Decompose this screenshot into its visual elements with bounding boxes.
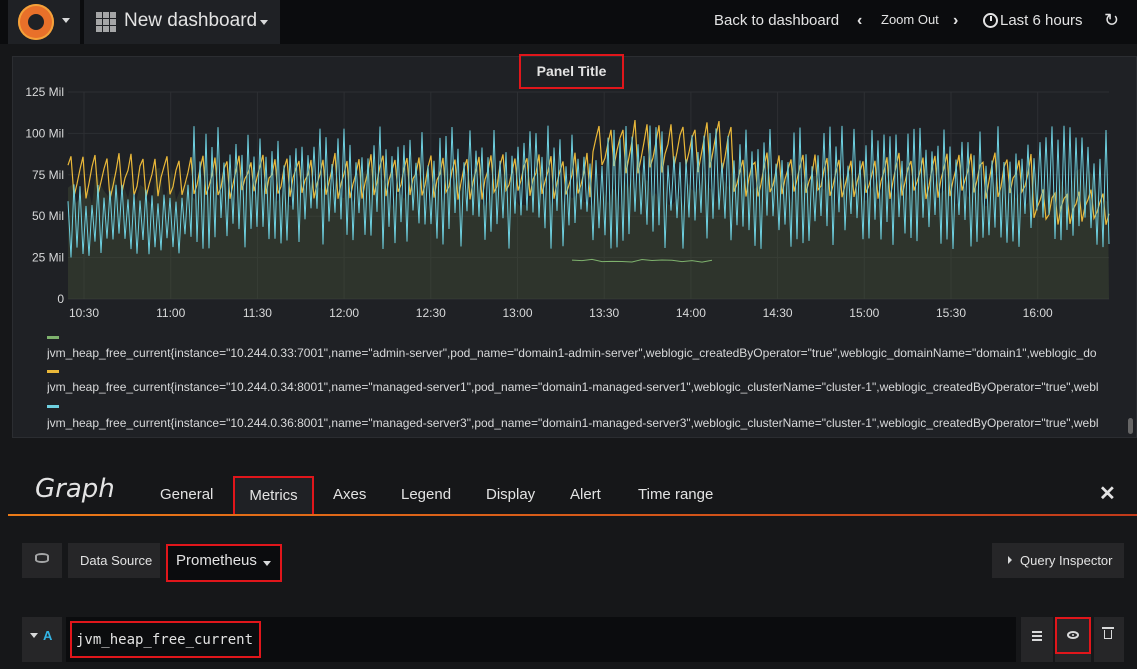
y-tick-label: 125 Mil: [25, 85, 64, 99]
legend-scrollbar[interactable]: [1128, 418, 1133, 434]
query-ref-id: A: [43, 628, 53, 643]
x-tick-label: 14:00: [676, 306, 706, 320]
caret-down-icon: [30, 633, 38, 638]
y-tick-label: 0: [57, 292, 64, 306]
x-tick-label: 13:30: [589, 306, 619, 320]
query-inspector-label: Query Inspector: [1020, 553, 1113, 568]
tab-general[interactable]: General: [160, 486, 213, 503]
x-tick-label: 16:00: [1023, 306, 1053, 320]
x-tick-label: 12:00: [329, 306, 359, 320]
back-to-dashboard-button[interactable]: Back to dashboard: [714, 12, 839, 29]
top-navbar: New dashboard Back to dashboard ‹ Zoom O…: [0, 0, 1137, 44]
x-tick-label: 15:30: [936, 306, 966, 320]
dashboard-title: New dashboard: [124, 10, 258, 31]
caret-right-icon: [1008, 556, 1012, 564]
y-tick-label: 100 Mil: [25, 126, 64, 140]
close-icon[interactable]: ✕: [1099, 481, 1116, 506]
caret-down-icon: [62, 18, 70, 23]
editor-title: Graph: [35, 474, 115, 504]
x-tick-label: 14:30: [763, 306, 793, 320]
trash-icon: [1102, 627, 1114, 639]
x-tick-label: 15:00: [849, 306, 879, 320]
legend-item-series-1[interactable]: jvm_heap_free_current{instance="10.244.0…: [47, 346, 1135, 360]
dashboard-picker-button[interactable]: New dashboard: [84, 0, 280, 44]
query-collapse-toggle[interactable]: [22, 617, 62, 662]
y-tick-label: 25 Mil: [32, 251, 64, 265]
y-tick-label: 75 Mil: [32, 168, 64, 182]
zoom-out-button[interactable]: Zoom Out: [881, 12, 939, 27]
hamburger-menu-icon: [1032, 631, 1042, 643]
eye-icon: [1067, 631, 1079, 639]
x-tick-label: 12:30: [416, 306, 446, 320]
caret-down-icon: [263, 561, 271, 566]
delete-query-button[interactable]: [1094, 617, 1124, 662]
caret-down-icon: [260, 20, 268, 25]
tab-metrics[interactable]: Metrics: [233, 476, 314, 516]
tab-axes[interactable]: Axes: [333, 486, 366, 503]
legend-item-series-2[interactable]: jvm_heap_free_current{instance="10.244.0…: [47, 380, 1135, 394]
grafana-logo-icon: [18, 4, 54, 40]
legend-item-series-3[interactable]: jvm_heap_free_current{instance="10.244.0…: [47, 416, 1135, 430]
legend-swatch-series-2: [47, 370, 59, 373]
clock-icon: [983, 13, 998, 28]
dashboard-grid-icon: [96, 12, 116, 32]
tab-legend[interactable]: Legend: [401, 486, 451, 503]
legend-swatch-series-1: [47, 336, 59, 339]
tab-display[interactable]: Display: [486, 486, 535, 503]
time-range-picker[interactable]: Last 6 hours: [1000, 12, 1083, 29]
datasource-select-value: Prometheus: [176, 552, 257, 569]
graph-chart[interactable]: 125 Mil 100 Mil 75 Mil 50 Mil 25 Mil 0 10:30 11…: [12, 80, 1122, 320]
x-tick-label: 10:30: [69, 306, 99, 320]
refresh-icon[interactable]: ↻: [1104, 10, 1119, 31]
y-tick-label: 50 Mil: [32, 209, 64, 223]
x-tick-label: 11:30: [243, 306, 272, 320]
chevron-left-icon[interactable]: ‹: [857, 12, 862, 30]
datasource-label: Data Source: [80, 553, 153, 568]
query-expression-input[interactable]: [70, 621, 261, 658]
grafana-menu-button[interactable]: [8, 0, 80, 44]
tab-time-range[interactable]: Time range: [638, 486, 713, 503]
editor-divider: [8, 514, 1137, 516]
chevron-right-icon[interactable]: ›: [953, 12, 958, 30]
legend-swatch-series-3: [47, 405, 59, 408]
x-tick-label: 11:00: [156, 306, 185, 320]
tab-alert[interactable]: Alert: [570, 486, 601, 503]
x-tick-label: 13:00: [502, 306, 532, 320]
database-icon: [35, 553, 49, 563]
